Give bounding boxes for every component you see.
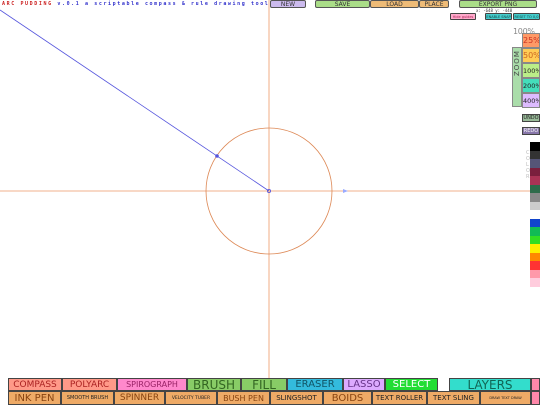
secondary-tool-text-roller[interactable]: TEXT ROLLER: [372, 391, 427, 405]
color-swatch[interactable]: [530, 159, 540, 168]
secondary-tool-draw-text-draw[interactable]: DRAW TEXT DRAW: [480, 391, 531, 405]
tool-bar-primary: COMPASS POLYARC SPIROGRAPH BRUSH FILL ERASER L…: [0, 378, 540, 391]
color-swatch[interactable]: [530, 269, 540, 278]
zoom-vertical-text: ZOOM: [513, 50, 521, 76]
place-button[interactable]: PLACE: [419, 0, 449, 8]
drawing-canvas[interactable]: [0, 0, 540, 405]
tool-bar-secondary: INK PEN SMOOTH BRUSH SPINNER VELOCITY TUBER…: [0, 391, 540, 405]
color-swatch[interactable]: [530, 184, 540, 193]
secondary-tool-text-sling[interactable]: TEXT SLING: [427, 391, 480, 405]
app-tagline: v.0.1 a scriptable compass & rule drawin…: [57, 1, 270, 7]
secondary-tool-spinner[interactable]: SPINNER: [114, 391, 165, 405]
primary-tool-brush[interactable]: BRUSH: [187, 378, 241, 391]
color-swatch[interactable]: [530, 235, 540, 244]
color-swatch[interactable]: [530, 210, 540, 219]
color-swatch[interactable]: [530, 244, 540, 253]
primary-tool-polyarc[interactable]: POLYARC: [62, 378, 117, 391]
primary-tool-select[interactable]: SELECT: [385, 378, 438, 391]
primary-tool-compass[interactable]: COMPASS: [8, 378, 62, 391]
color-swatch[interactable]: [530, 150, 540, 159]
zoom-50-button[interactable]: 50%: [522, 48, 540, 63]
enable-snap-button[interactable]: ENABLE SNAP: [485, 13, 512, 20]
color-swatch[interactable]: [530, 218, 540, 227]
color-swatch[interactable]: [530, 261, 540, 270]
secondary-tool-slingshot[interactable]: SLINGSHOT: [270, 391, 323, 405]
zoom-panel-label: ZOOM: [512, 47, 522, 107]
secondary-tool-boids[interactable]: BOIDS: [323, 391, 372, 405]
color-swatch[interactable]: [530, 167, 540, 176]
app-window: ARC PUDDING v.0.1 a scriptable compass &…: [0, 0, 540, 405]
primary-tool-layers[interactable]: LAYERS: [449, 378, 531, 391]
app-title: ARC PUDDING v.0.1 a scriptable compass &…: [2, 1, 269, 7]
secondary-tool-velocity-tuber[interactable]: VELOCITY TUBER: [165, 391, 217, 405]
secondary-tool-extra[interactable]: [531, 391, 540, 405]
primary-tool-fill[interactable]: FILL: [241, 378, 287, 391]
compass-point-handle: [215, 154, 219, 158]
color-swatch[interactable]: [530, 278, 540, 287]
color-swatch[interactable]: [530, 201, 540, 210]
new-button[interactable]: NEW: [270, 0, 306, 8]
undo-button[interactable]: UNDO: [522, 114, 540, 122]
primary-tool-extra[interactable]: [531, 378, 540, 391]
zoom-200-button[interactable]: 200%: [522, 78, 540, 93]
secondary-tool-bush-pen[interactable]: BUSH PEN: [217, 391, 270, 405]
color-swatch[interactable]: [530, 193, 540, 202]
export-png-button[interactable]: EXPORT PNG: [459, 0, 537, 8]
primary-tool-lasso[interactable]: LASSO: [343, 378, 385, 391]
color-swatch[interactable]: [530, 142, 540, 151]
hide-guides-button[interactable]: Hide guides: [450, 13, 476, 20]
zoom-25-button[interactable]: 25%: [522, 33, 540, 48]
app-name: ARC PUDDING: [2, 1, 53, 7]
secondary-tool-ink-pen[interactable]: INK PEN: [8, 391, 61, 405]
rule-line: [0, 9, 270, 192]
color-swatch[interactable]: [530, 227, 540, 236]
redo-button[interactable]: REDO: [522, 127, 540, 135]
load-button[interactable]: LOAD: [370, 0, 419, 8]
zoom-400-button[interactable]: 400%: [522, 93, 540, 108]
primary-tool-spirograph[interactable]: SPIROGRAPH: [117, 378, 187, 391]
direction-arrow-icon: [343, 189, 348, 193]
color-palette: [530, 142, 540, 287]
zoom-100-button[interactable]: 100%: [522, 63, 540, 78]
save-button[interactable]: SAVE: [315, 0, 370, 8]
color-swatch[interactable]: [530, 176, 540, 185]
color-swatch[interactable]: [530, 252, 540, 261]
secondary-tool-smooth-brush[interactable]: SMOOTH BRUSH: [61, 391, 114, 405]
primary-tool-eraser[interactable]: ERASER: [287, 378, 343, 391]
